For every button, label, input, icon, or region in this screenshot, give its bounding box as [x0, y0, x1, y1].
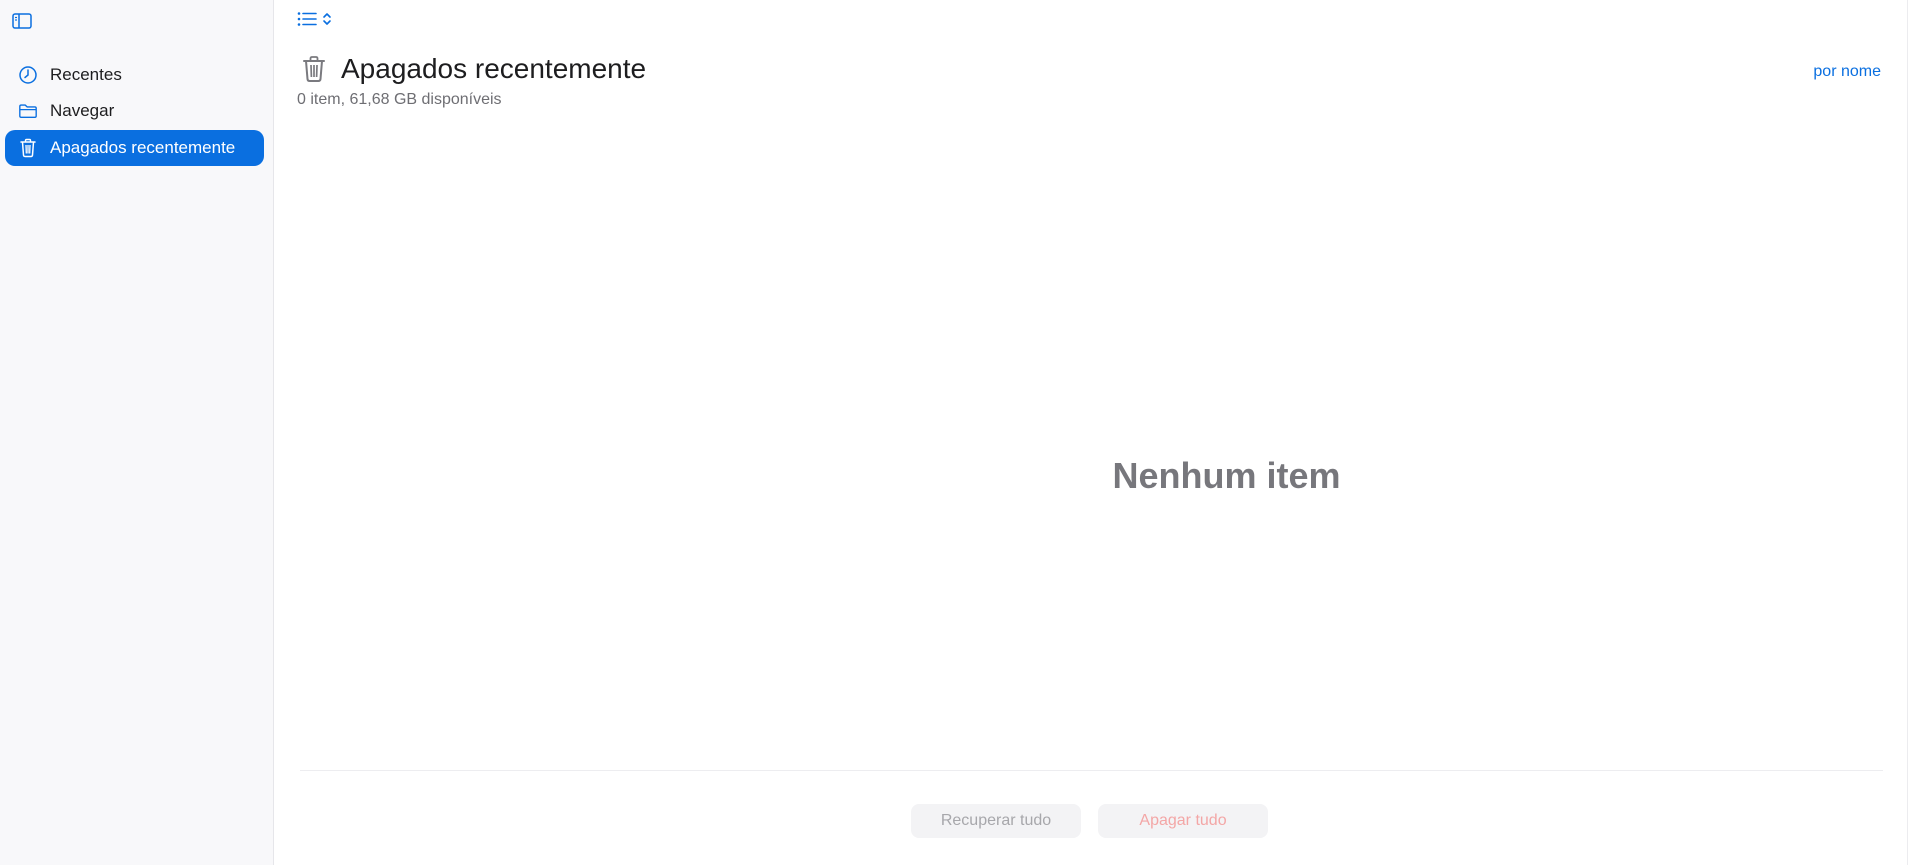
sidebar-item-navegar[interactable]: Navegar [5, 93, 264, 129]
list-view-icon [297, 11, 317, 32]
header: Apagados recentemente [301, 53, 646, 85]
sidebar-item-label: Navegar [50, 101, 115, 120]
empty-state-message: Nenhum item [1112, 455, 1341, 496]
app-window: Recentes Navegar Apagados recentemente A… [0, 0, 1908, 865]
sidebar-item-label: Recentes [50, 65, 122, 84]
page-title: Apagados recentemente [341, 53, 647, 84]
footer-divider [300, 770, 1883, 771]
sidebar-item-label: Apagados recentemente [50, 138, 236, 157]
view-mode-toggle[interactable] [297, 10, 332, 32]
recover-all-button[interactable]: Recuperar tudo [911, 804, 1081, 838]
storage-status: 0 item, 61,68 GB disponíveis [297, 91, 502, 108]
sidebar-item-recentes[interactable]: Recentes [5, 57, 264, 93]
clock-icon [18, 66, 38, 84]
main-content: Apagados recentemente 0 item, 61,68 GB d… [275, 0, 1908, 865]
sidebar-item-apagados-recentemente[interactable]: Apagados recentemente [5, 130, 264, 166]
trash-icon [301, 55, 327, 83]
sidebar-toggle-icon[interactable] [12, 12, 32, 30]
trash-icon [18, 138, 38, 158]
sort-button[interactable]: por nome [1813, 63, 1881, 81]
delete-all-button[interactable]: Apagar tudo [1098, 804, 1268, 838]
folder-icon [18, 102, 38, 120]
sidebar: Recentes Navegar Apagados recentemente [0, 0, 274, 865]
chevron-updown-icon [322, 11, 332, 32]
